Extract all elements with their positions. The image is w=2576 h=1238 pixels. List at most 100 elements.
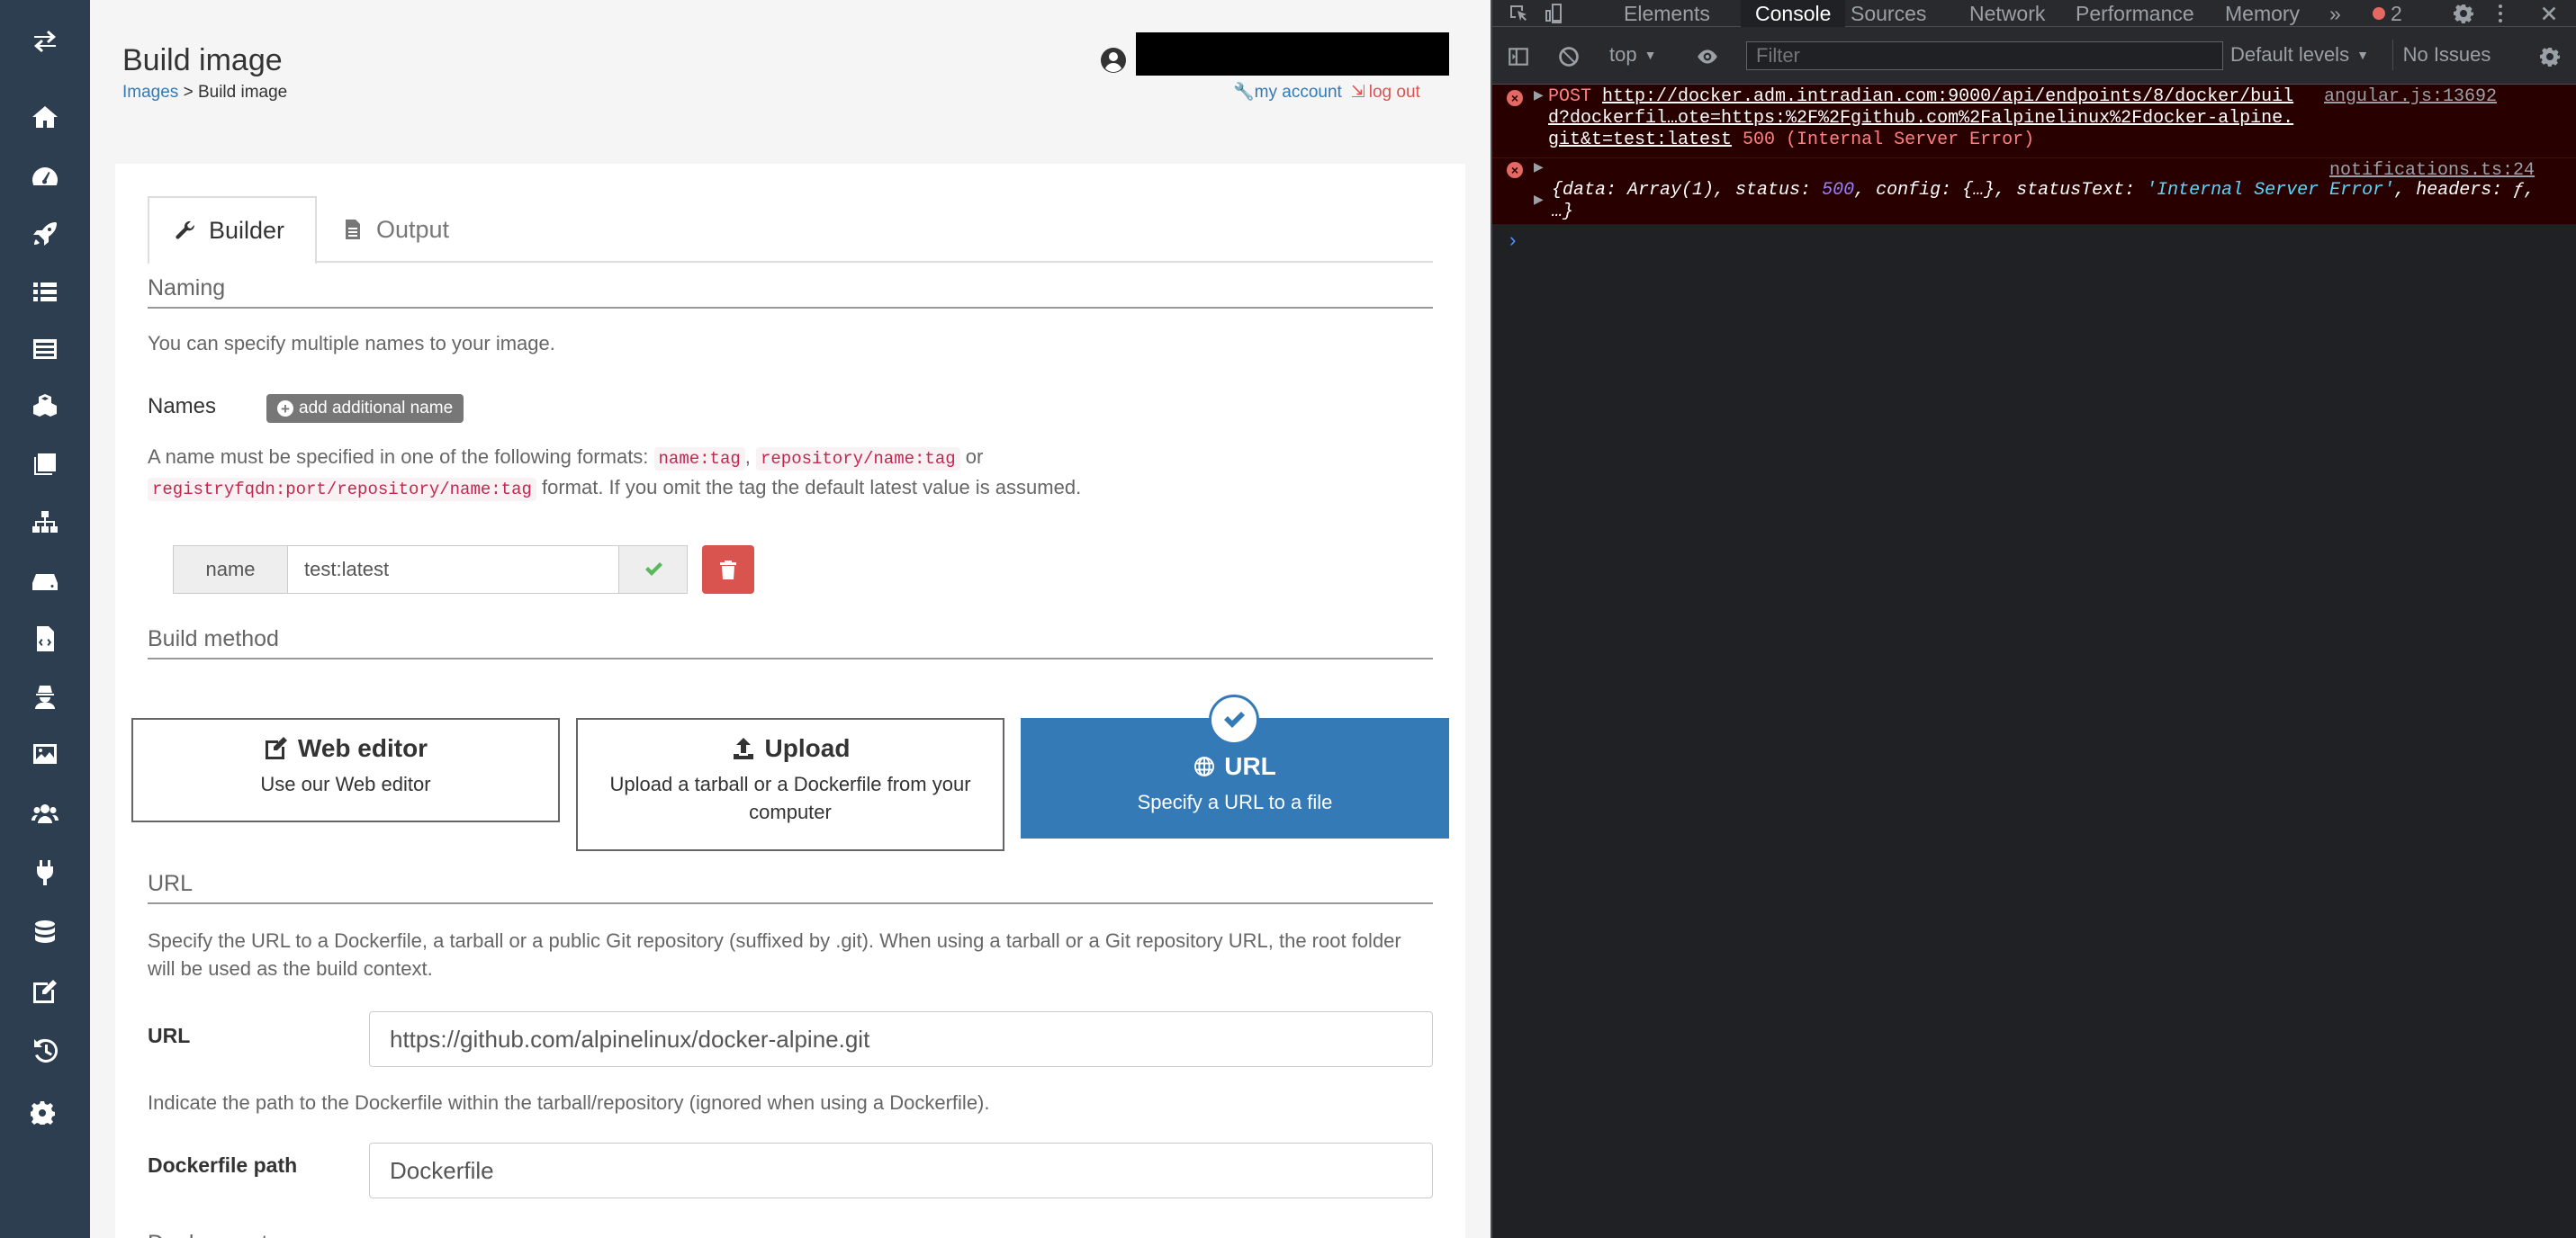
context-value: top	[1609, 43, 1637, 66]
edit-icon	[33, 980, 57, 1003]
expand-triangle-icon[interactable]: ▶	[1534, 88, 1544, 103]
live-expression-button[interactable]	[1694, 43, 1721, 70]
devtools-more-tabs[interactable]: »	[2329, 0, 2341, 27]
sidebar-item-secrets[interactable]	[0, 669, 90, 723]
sidebar-item-stacks[interactable]	[0, 265, 90, 318]
console-settings-button[interactable]	[2536, 43, 2563, 70]
expand-object-icon[interactable]: ▶	[1534, 193, 1544, 208]
sidebar-item-configs[interactable]	[0, 612, 90, 666]
context-selector[interactable]: top ▼	[1609, 40, 1656, 70]
remove-name-button[interactable]	[702, 545, 754, 594]
name-input-group: name	[173, 545, 754, 594]
cubes-icon	[33, 394, 57, 417]
sidebar-item-images[interactable]	[0, 437, 90, 491]
console-error-message[interactable]: × ▶ POST http://docker.adm.intradian.com…	[1492, 85, 2576, 158]
cogs-icon	[31, 1101, 55, 1125]
error-object-preview[interactable]: {data: Array(1), status: 500, config: {……	[1552, 180, 2551, 223]
sidebar-item-users[interactable]	[0, 786, 90, 840]
sidebar-item-endpoints[interactable]	[0, 846, 90, 900]
sidebar-item-registries[interactable]	[0, 905, 90, 959]
sidebar-item-home[interactable]	[0, 90, 90, 144]
inspect-element-button[interactable]	[1505, 2, 1532, 25]
breadcrumb-images-link[interactable]: Images	[122, 83, 178, 102]
devtools-tab-network[interactable]: Network	[1969, 0, 2045, 27]
devtools-tab-sources[interactable]: Sources	[1851, 0, 1926, 27]
dockerfile-path-input[interactable]	[369, 1143, 1433, 1198]
sidebar-item-networks[interactable]	[0, 497, 90, 551]
device-toolbar-button[interactable]	[1541, 2, 1568, 25]
sidebar-item-events[interactable]	[0, 727, 90, 781]
build-panel: Builder Output Naming You can specify mu…	[115, 164, 1465, 1238]
sidebar-item-activity[interactable]	[0, 1024, 90, 1078]
devtools-error-count[interactable]: 2	[2373, 0, 2402, 27]
error-source-link[interactable]: angular.js:13692	[2324, 86, 2497, 107]
rocket-icon	[33, 222, 57, 246]
image-name-input[interactable]	[288, 545, 619, 594]
console-toolbar: top ▼ Default levels ▼ No Issues	[1492, 27, 2576, 85]
devtools-tab-console[interactable]: Console	[1741, 0, 1846, 27]
user-secret-icon	[35, 686, 55, 709]
devtools-tab-elements[interactable]: Elements	[1624, 0, 1710, 27]
upload-desc: Upload a tarball or a Dockerfile from yo…	[609, 773, 971, 823]
sitemap-icon	[32, 511, 58, 533]
name-valid-indicator	[619, 545, 688, 594]
sidebar-item-dashboard[interactable]	[0, 149, 90, 203]
devtools-close-button[interactable]	[2536, 2, 2562, 25]
tab-output-label: Output	[376, 215, 450, 243]
error-source-link[interactable]: notifications.ts:24	[2329, 160, 2535, 181]
devtools-settings-button[interactable]	[2450, 2, 2477, 25]
sidebar-item-volumes[interactable]	[0, 554, 90, 608]
console-sidebar-button[interactable]	[1505, 43, 1532, 70]
console-prompt[interactable]: ›	[1507, 230, 1518, 253]
log-levels-dropdown[interactable]: Default levels ▼	[2230, 40, 2369, 70]
build-method-upload[interactable]: Upload Upload a tarball or a Dockerfile …	[576, 718, 1004, 851]
plus-circle-icon: +	[277, 400, 293, 417]
page-title: Build image	[122, 43, 283, 77]
log-out-link[interactable]: log out	[1369, 83, 1420, 102]
eye-icon	[1698, 49, 1717, 64]
expand-triangle-icon[interactable]: ▶	[1534, 160, 1544, 175]
clear-console-button[interactable]	[1555, 43, 1582, 70]
sidebar-item-services[interactable]	[0, 380, 90, 434]
username-redacted	[1136, 32, 1449, 76]
name-addon: name	[173, 545, 288, 594]
tab-output[interactable]: Output	[342, 196, 522, 263]
build-method-web-editor[interactable]: Web editor Use our Web editor	[131, 718, 560, 822]
file-code-icon	[37, 626, 54, 651]
console-error-message[interactable]: × ▶ notifications.ts:24 ▶ {data: Array(1…	[1492, 158, 2576, 225]
breadcrumb: Images > Build image	[122, 83, 287, 103]
upload-icon	[733, 738, 753, 759]
devtools-tab-memory[interactable]: Memory	[2225, 0, 2300, 27]
error-icon: ×	[1507, 162, 1523, 178]
tab-builder[interactable]: Builder	[148, 196, 317, 265]
edit-icon	[265, 737, 287, 759]
web-editor-title: Web editor	[297, 734, 428, 762]
sidebar-item-app-templates[interactable]	[0, 207, 90, 261]
console-filter-input[interactable]	[1746, 41, 2223, 70]
url-label: URL	[148, 1024, 191, 1047]
object-status-text: 'Internal Server Error'	[2146, 180, 2395, 201]
format-text-post: format. If you omit the tag the default …	[536, 476, 1082, 498]
plug-icon	[37, 860, 53, 885]
add-name-button[interactable]: + add additional name	[266, 394, 464, 423]
sidebar-item-settings[interactable]	[0, 1083, 90, 1137]
gear-icon	[2540, 48, 2560, 67]
home-icon	[32, 106, 58, 128]
add-name-button-label: add additional name	[299, 399, 454, 417]
devtools-menu-button[interactable]	[2491, 2, 2509, 25]
devtools-tab-performance[interactable]: Performance	[2076, 0, 2194, 27]
selected-check-icon	[1209, 695, 1259, 745]
error-badge-icon	[2373, 7, 2385, 20]
sidebar-item-containers[interactable]	[0, 322, 90, 376]
sidebar-item-extensions[interactable]	[0, 964, 90, 1018]
issues-button[interactable]: No Issues	[2392, 40, 2500, 70]
containers-icon	[33, 339, 57, 359]
sidebar-toggle[interactable]	[0, 0, 90, 83]
object-part: {data:	[1552, 180, 1628, 201]
url-input[interactable]	[369, 1011, 1433, 1067]
format-text-or: or	[959, 445, 984, 468]
my-account-link[interactable]: my account	[1255, 83, 1342, 102]
user-circle-icon	[1101, 48, 1126, 73]
kebab-menu-icon	[2499, 4, 2502, 22]
format-code-registry: registryfqdn:port/repository/name:tag	[148, 478, 536, 501]
